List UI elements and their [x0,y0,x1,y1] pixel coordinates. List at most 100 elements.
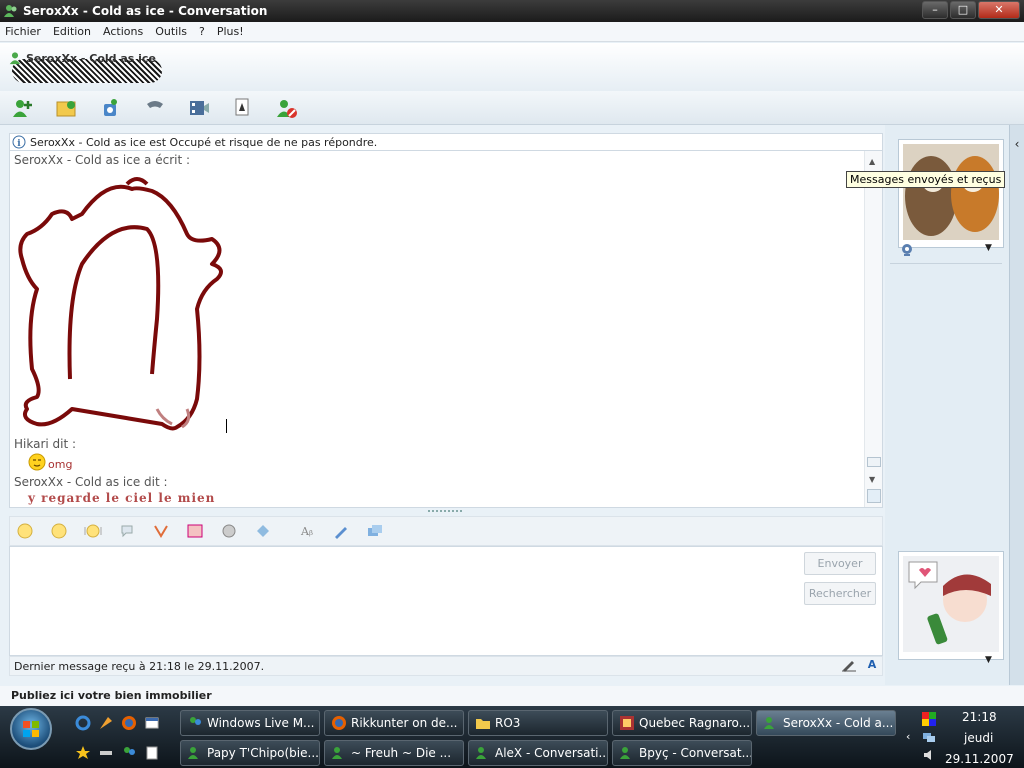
call-icon[interactable] [142,95,168,121]
message-compose-area[interactable]: Envoyer Rechercher [9,546,883,656]
video-call-icon[interactable] [98,95,124,121]
firefox-icon[interactable] [120,714,138,732]
contact-display-picture[interactable] [898,139,1004,248]
favorites-star-icon[interactable] [74,744,92,762]
splitter-grip[interactable] [428,510,462,513]
webcam-icon[interactable] [900,243,914,257]
messenger-icon [620,747,630,759]
minimize-button[interactable]: – [922,1,948,19]
msn-icon[interactable] [152,522,170,540]
send-button[interactable]: Envoyer [804,552,876,575]
handwriting-icon[interactable] [220,522,238,540]
user-avatar-image [903,556,999,652]
task-conversation-seroxxx[interactable]: SeroxXx - Cold a... [756,710,896,736]
messenger-quicklaunch-icon[interactable] [120,744,138,762]
task-firefox[interactable]: Rikkunter on de... [324,710,464,736]
nudge-icon[interactable] [84,522,102,540]
busy-status-text: SeroxXx - Cold as ice est Occupé et risq… [30,135,378,149]
messenger-icon [764,717,774,729]
wink-picker-icon[interactable] [50,522,68,540]
notepad-icon[interactable] [143,744,161,762]
invite-contact-icon[interactable] [10,95,36,121]
task-folder-ro3[interactable]: RO3 [468,710,608,736]
messenger-icon [332,747,342,759]
task-conversation-papy[interactable]: Papy T'Chipo(bie... [180,740,320,766]
menu-outils[interactable]: Outils [155,25,187,38]
scroll-down-icon[interactable]: ▼ [869,475,875,484]
contact-status-icon [9,52,21,65]
task-conversation-alex[interactable]: AleX - Conversati... [468,740,608,766]
folder-icon [476,719,490,729]
taskbar: Windows Live M... Rikkunter on de... RO3… [0,706,1024,768]
network-icon[interactable] [97,744,115,762]
menu-plus[interactable]: Plus! [217,25,244,38]
contact-name: SeroxXx - Cold as ice [26,51,156,65]
scroll-end-icon[interactable] [867,489,881,503]
quicklaunch-icon-2[interactable] [97,714,115,732]
ink-color-icon[interactable] [332,522,350,540]
block-icon[interactable] [274,95,300,121]
menu-actions[interactable]: Actions [103,25,143,38]
show-desktop-icon[interactable] [143,714,161,732]
menu-help[interactable]: ? [199,25,205,38]
network-tray-icon[interactable] [922,730,936,744]
menu-bar: Fichier Edition Actions Outils ? Plus! [0,22,1024,42]
video-icon[interactable] [186,95,212,121]
handwrite-mode-icon[interactable] [840,658,858,674]
ad-banner[interactable]: Publiez ici votre bien immobilier [0,686,1024,706]
messenger-icon [476,747,486,759]
last-message-text: Dernier message reçu à 21:18 le 29.11.20… [14,659,265,673]
background-icon[interactable] [186,522,204,540]
clock-day[interactable]: jeudi [964,731,993,745]
message-sender: SeroxXx - Cold as ice a écrit : [14,153,191,167]
message-body: omg [28,453,72,471]
message-text: y regarde le ciel le mien [28,491,216,505]
font-icon[interactable]: Aᵦ [298,522,316,540]
display-picture-pane: ▼ ▼ [885,125,1009,685]
task-quebec-ragnarok[interactable]: Quebec Ragnaro... [612,710,752,736]
maximize-button[interactable]: □ [950,1,976,19]
ie-icon[interactable] [74,714,92,732]
task-windows-live-messenger[interactable]: Windows Live M... [180,710,320,736]
emoticon-picker-icon[interactable] [16,522,34,540]
task-conversation-freuh[interactable]: ~ Freuh ~ Die ... [324,740,464,766]
title-bar: SeroxXx - Cold as ice - Conversation – □… [0,0,1024,22]
conversation-history[interactable]: SeroxXx - Cold as ice a écrit : Hikari d… [9,151,883,508]
clock-time[interactable]: 21:18 [962,710,997,724]
task-conversation-bpyc[interactable]: Bpyç - Conversat... [612,740,752,766]
share-files-icon[interactable] [54,95,80,121]
show-hidden-icons-button[interactable]: ‹ [906,730,910,743]
contact-picture-menu-icon[interactable]: ▼ [985,243,992,253]
menu-fichier[interactable]: Fichier [5,25,41,38]
menu-edition[interactable]: Edition [53,25,91,38]
messenger-icon [190,717,201,725]
voice-clip-icon[interactable] [118,522,136,540]
contact-header: SeroxXx - Cold as ice [0,43,1024,91]
message-sender: Hikari dit : [14,437,77,451]
contact-avatar-image [903,144,999,240]
clock-date[interactable]: 29.11.2007 [945,752,1014,766]
scroll-thumb[interactable] [867,457,881,467]
history-scrollbar[interactable]: ▲ ▼ [864,151,882,507]
multi-window-icon[interactable] [366,522,384,540]
text-mode-icon[interactable]: A [863,658,881,674]
user-display-picture[interactable] [898,551,1004,660]
volume-icon[interactable] [922,748,936,762]
svg-text:i: i [17,139,21,149]
collapse-sidebar-button[interactable]: ‹ [1009,125,1024,685]
tooltip: Messages envoyés et reçus [846,171,1006,188]
game-icon [620,716,634,730]
user-picture-menu-icon[interactable]: ▼ [985,655,992,665]
info-icon: i [12,135,26,149]
sharing-icon[interactable] [254,522,272,540]
start-button[interactable] [10,708,52,750]
message-sender: SeroxXx - Cold as ice dit : [14,475,168,489]
ad-text[interactable]: Publiez ici votre bien immobilier [11,689,212,702]
window-title: SeroxXx - Cold as ice - Conversation [23,4,268,18]
games-icon[interactable] [230,95,256,121]
search-button[interactable]: Rechercher [804,582,876,605]
scroll-up-icon[interactable]: ▲ [869,157,875,166]
close-button[interactable]: ✕ [978,1,1020,19]
color-tray-icon[interactable] [922,712,936,726]
formatting-toolbar: Aᵦ [9,516,883,546]
